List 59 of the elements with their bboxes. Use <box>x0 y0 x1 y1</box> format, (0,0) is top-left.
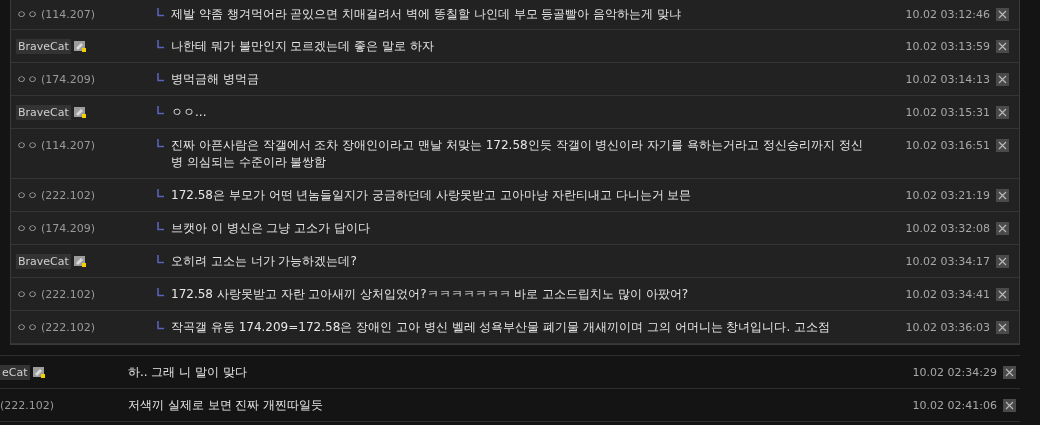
manager-badge-icon <box>73 41 86 52</box>
reply-time: 10.02 03:13:59 <box>905 39 990 55</box>
user-nickname[interactable]: ㅇㅇ <box>16 188 38 203</box>
reply-text: 브캣아 이 병신은 그냥 고소가 답이다 <box>171 220 371 237</box>
user-nickname[interactable]: ㅇㅇ <box>16 320 38 335</box>
reply-text: 작곡갤 유동 174.209=172.58은 장애인 고아 병신 벨레 성욕부산물 폐기물 개새끼이며 그의 어머니는 창녀입니다. 고소점 <box>171 319 831 336</box>
reply-time: 10.02 03:12:46 <box>905 7 990 23</box>
ip-address: (222.102) <box>0 399 55 412</box>
reply-time: 10.02 03:34:17 <box>905 254 990 270</box>
delete-button[interactable] <box>996 321 1009 334</box>
ip-address: (222.102) <box>41 189 96 202</box>
manager-badge-icon <box>32 367 45 378</box>
delete-button[interactable] <box>996 139 1009 152</box>
reply-text: 병먹금해 병먹금 <box>171 71 259 88</box>
user-nickname[interactable]: BraveCat <box>16 39 71 54</box>
ip-address: (114.207) <box>41 139 96 152</box>
delete-button[interactable] <box>996 288 1009 301</box>
reply-text: 오히려 고소는 너가 가능하겠는데? <box>171 253 357 270</box>
delete-button[interactable] <box>996 106 1009 119</box>
user-nickname[interactable]: ㅇㅇ <box>16 7 38 22</box>
reply-text: ㅇㅇ... <box>171 104 207 121</box>
delete-button[interactable] <box>996 8 1009 21</box>
reply-text: 제발 약좀 챙겨먹어라 곧있으면 치매걸려서 벽에 똥칠할 나인데 부모 등골빨아 음악하는게 맞냐 <box>171 6 681 23</box>
delete-button[interactable] <box>996 40 1009 53</box>
manager-badge-icon <box>73 256 86 267</box>
delete-button[interactable] <box>996 189 1009 202</box>
delete-button[interactable] <box>996 73 1009 86</box>
reply-time: 10.02 03:32:08 <box>905 221 990 237</box>
reply-time: 10.02 03:15:31 <box>905 105 990 121</box>
ip-address: (222.102) <box>41 288 96 301</box>
manager-badge-icon <box>73 107 86 118</box>
reply-text: 진짜 아픈사람은 작갤에서 조차 장애인이라고 맨날 처맞는 172.58인듯 작갤이 병신이라 자기를 욕하는거라고 정신승리까지 정신병 의심되는 수준이라 불쌍함 <box>171 137 864 171</box>
reply-text: 172.58 사랑못받고 자란 고아새끼 상처입었어?ㅋㅋㅋㅋㅋㅋㅋ 바로 고소드립치노 많이 아팠어? <box>171 286 689 303</box>
delete-button[interactable] <box>1003 366 1016 379</box>
reply-time: 10.02 03:36:03 <box>905 320 990 336</box>
ip-address: (174.209) <box>41 73 96 86</box>
user-nickname[interactable]: ㅇㅇ <box>16 138 38 153</box>
user-nickname[interactable]: ㅇㅇ <box>16 221 38 236</box>
user-nickname[interactable]: BraveCat <box>16 105 71 120</box>
reply-text: 172.58은 부모가 어떤 년놈들일지가 궁금하던데 사랑못받고 고아마냥 자란티내고 다니는거 보믄 <box>171 187 692 204</box>
user-nickname[interactable]: ㅇㅇ <box>16 72 38 87</box>
ip-address: (222.102) <box>41 321 96 334</box>
comment-text: 저색끼 실제로 보면 진짜 개찐따일듯 <box>128 397 325 414</box>
ip-address: (174.209) <box>41 222 96 235</box>
user-nickname[interactable]: eCat <box>0 365 30 380</box>
comment-text: 하.. 그래 니 말이 맞다 <box>128 364 248 381</box>
delete-button[interactable] <box>996 255 1009 268</box>
user-nickname[interactable]: ㅇㅇ <box>16 287 38 302</box>
delete-button[interactable] <box>1003 399 1016 412</box>
comment-time: 10.02 02:41:06 <box>912 398 997 414</box>
ip-address: (114.207) <box>41 8 96 21</box>
comment-time: 10.02 02:34:29 <box>912 365 997 381</box>
delete-button[interactable] <box>996 222 1009 235</box>
user-nickname[interactable]: BraveCat <box>16 254 71 269</box>
reply-time: 10.02 03:34:41 <box>905 287 990 303</box>
reply-time: 10.02 03:16:51 <box>905 138 990 154</box>
reply-time: 10.02 03:14:13 <box>905 72 990 88</box>
reply-text: 나한테 뭐가 불만인지 모르겠는데 좋은 말로 하자 <box>171 38 434 55</box>
reply-time: 10.02 03:21:19 <box>905 188 990 204</box>
